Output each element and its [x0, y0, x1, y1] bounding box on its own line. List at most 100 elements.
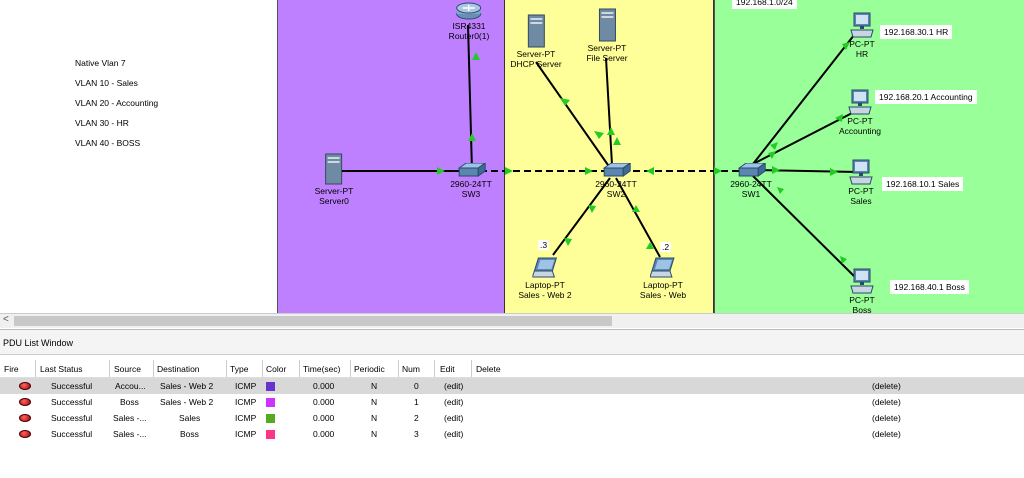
device-name: SW2	[606, 189, 626, 199]
column-header-delete[interactable]: Delete	[476, 364, 501, 374]
pdu-type: ICMP	[235, 429, 257, 439]
pdu-status: Successful	[51, 429, 93, 439]
ip-label: 192.168.20.1 Accounting	[875, 90, 977, 104]
pdu-source: Boss	[120, 397, 139, 407]
pc-boss-node[interactable]: PC-PT Boss	[849, 268, 875, 313]
link-file-sw2	[605, 57, 613, 166]
device-type: Server-PT	[587, 43, 627, 53]
device-name: Sales	[850, 196, 872, 206]
pdu-source: Sales -...	[113, 429, 147, 439]
device-name: HR	[855, 49, 869, 59]
fire-icon[interactable]	[19, 398, 31, 406]
link-dhcp-sw2	[535, 61, 609, 166]
switch-icon	[602, 163, 631, 177]
server0-node[interactable]: Server-PT Server0	[315, 153, 353, 206]
pdu-status: Successful	[51, 381, 93, 391]
pdu-periodic: N	[371, 381, 378, 391]
pdu-delete-link[interactable]: (delete)	[872, 413, 901, 423]
pc-sales-node[interactable]: PC-PT Sales	[848, 159, 874, 206]
link-up-indicator	[714, 167, 722, 175]
fire-icon[interactable]	[19, 382, 31, 390]
laptop-web-node[interactable]: Laptop-PT Sales - Web	[640, 257, 686, 300]
pdu-window-title: PDU List Window	[3, 338, 74, 348]
pdu-row[interactable]: Successful Accou... Sales - Web 2 ICMP 0…	[0, 378, 1024, 394]
column-header-time[interactable]: Time(sec)	[303, 364, 340, 374]
pdu-edit-link[interactable]: (edit)	[444, 429, 463, 439]
column-header-edit[interactable]: Edit	[440, 364, 455, 374]
column-header-source[interactable]: Source	[114, 364, 141, 374]
link-up-indicator	[585, 167, 593, 175]
pdu-table-header: Fire Last Status Source Destination Type…	[0, 360, 1024, 378]
ip-label: 192.168.30.1 HR	[880, 25, 953, 39]
link-up-indicator	[560, 98, 570, 106]
link-up-indicator	[564, 238, 572, 246]
column-header-color[interactable]: Color	[266, 364, 286, 374]
link-up-indicator	[468, 133, 476, 141]
pdu-time: 0.000	[313, 413, 335, 423]
sw2-node[interactable]: 2960-24TT SW2	[595, 163, 637, 199]
pdu-num: 0	[414, 381, 419, 391]
pc-hr-node[interactable]: PC-PT HR	[849, 12, 875, 59]
file-server-node[interactable]: Server-PT File Server	[586, 8, 628, 63]
column-header-num[interactable]: Num	[402, 364, 420, 374]
pdu-color-swatch	[266, 414, 275, 423]
pdu-source: Sales -...	[113, 413, 147, 423]
fire-icon[interactable]	[19, 414, 31, 422]
device-type: Server-PT	[516, 49, 556, 59]
logical-workspace[interactable]: Native Vlan 7 VLAN 10 - Sales VLAN 20 - …	[0, 0, 1024, 313]
device-name: Accounting	[838, 126, 882, 136]
pdu-row[interactable]: Successful Sales -... Sales ICMP 0.000 N…	[0, 410, 1024, 426]
sw1-node[interactable]: 2960-24TT SW1	[730, 163, 772, 199]
pdu-status: Successful	[51, 413, 93, 423]
port-label: .2	[660, 242, 672, 252]
pdu-delete-link[interactable]: (delete)	[872, 397, 901, 407]
pdu-window-titlebar: PDU List Window	[0, 330, 1024, 355]
laptop-web2-node[interactable]: Laptop-PT Sales - Web 2	[518, 257, 572, 300]
fire-icon[interactable]	[19, 430, 31, 438]
column-header-type[interactable]: Type	[230, 364, 248, 374]
column-header-destination[interactable]: Destination	[157, 364, 200, 374]
pdu-num: 1	[414, 397, 419, 407]
device-type: 2960-24TT	[730, 179, 772, 189]
pdu-row[interactable]: Successful Sales -... Boss ICMP 0.000 N …	[0, 426, 1024, 442]
sw3-node[interactable]: 2960-24TT SW3	[450, 163, 492, 199]
server-icon	[325, 153, 343, 185]
pc-icon	[850, 12, 874, 38]
pdu-periodic: N	[371, 429, 378, 439]
device-type: ISR4331	[452, 21, 486, 31]
device-name: Server0	[319, 196, 349, 206]
column-header-fire[interactable]: Fire	[4, 364, 19, 374]
workspace-horizontal-scrollbar[interactable]: <	[0, 313, 1024, 328]
column-header-last-status[interactable]: Last Status	[40, 364, 83, 374]
switch-icon	[737, 163, 766, 177]
scrollbar-thumb[interactable]	[14, 316, 612, 326]
dhcp-server-node[interactable]: Server-PT DHCP Server	[510, 14, 562, 69]
device-type: PC-PT	[847, 116, 873, 126]
device-type: PC-PT	[849, 39, 875, 49]
pdu-destination: Sales	[179, 413, 201, 423]
link-up-indicator	[770, 142, 778, 150]
device-name: File Server	[586, 53, 628, 63]
pdu-row[interactable]: Successful Boss Sales - Web 2 ICMP 0.000…	[0, 394, 1024, 410]
link-up-indicator	[472, 52, 480, 60]
pdu-destination: Boss	[180, 429, 199, 439]
pdu-edit-link[interactable]: (edit)	[444, 397, 463, 407]
pdu-num: 2	[414, 413, 419, 423]
router-node[interactable]: ISR4331 Router0(1)	[449, 2, 489, 41]
pdu-edit-link[interactable]: (edit)	[444, 381, 463, 391]
pc-icon	[850, 268, 874, 294]
router-icon	[456, 2, 482, 20]
pdu-color-swatch	[266, 398, 275, 407]
pdu-time: 0.000	[313, 397, 335, 407]
pdu-status: Successful	[51, 397, 93, 407]
pdu-delete-link[interactable]: (delete)	[872, 429, 901, 439]
device-type: 2960-24TT	[450, 179, 492, 189]
pdu-edit-link[interactable]: (edit)	[444, 413, 463, 423]
scroll-left-arrow-icon[interactable]: <	[3, 314, 9, 325]
pdu-delete-link[interactable]: (delete)	[872, 381, 901, 391]
pdu-destination: Sales - Web 2	[160, 381, 214, 391]
pdu-periodic: N	[371, 413, 378, 423]
column-header-periodic[interactable]: Periodic	[354, 364, 385, 374]
device-name: SW1	[741, 189, 761, 199]
pdu-list-window: PDU List Window Fire Last Status Source …	[0, 329, 1024, 478]
